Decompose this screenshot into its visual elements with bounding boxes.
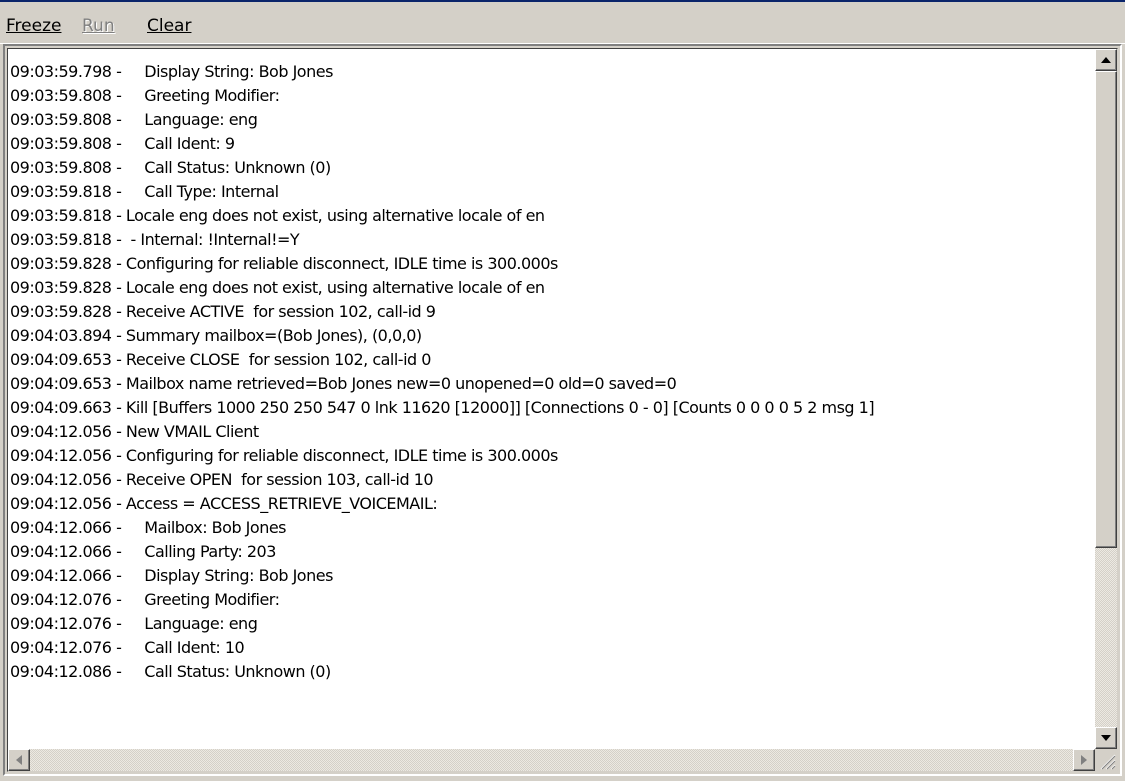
menu-clear[interactable]: Clear (147, 16, 191, 36)
log-line: 09:04:12.066 - Calling Party: 203 (10, 542, 276, 561)
scroll-down-button[interactable] (1095, 727, 1117, 749)
log-line: 09:04:12.076 - Language: eng (10, 614, 258, 633)
log-line: 09:04:09.653 - Receive CLOSE for session… (10, 350, 431, 369)
log-line: 09:03:59.828 - Receive ACTIVE for sessio… (10, 302, 436, 321)
log-line: 09:04:12.056 - Receive OPEN for session … (10, 470, 434, 489)
vertical-scroll-thumb[interactable] (1095, 71, 1117, 548)
log-line: 09:04:03.894 - Summary mailbox=(Bob Jone… (10, 326, 422, 345)
arrow-right-icon (1081, 755, 1087, 765)
log-line: 09:04:12.076 - Call Ident: 10 (10, 638, 245, 657)
log-line: 09:03:59.808 - Greeting Modifier: (10, 86, 280, 105)
log-view[interactable]: 09:03:59.798 - Display String: Bob Jones… (7, 48, 1118, 772)
log-line: 09:03:59.798 - Display String: Bob Jones (10, 62, 333, 81)
size-grip[interactable] (1095, 749, 1117, 771)
log-line: 09:03:59.818 - Locale eng does not exist… (10, 206, 545, 225)
log-line: 09:04:12.056 - Configuring for reliable … (10, 446, 558, 465)
menu-freeze-label: Freeze (6, 16, 62, 36)
log-line: 09:04:12.056 - New VMAIL Client (10, 422, 259, 441)
scroll-up-button[interactable] (1095, 49, 1117, 71)
log-line: 09:03:59.808 - Call Status: Unknown (0) (10, 158, 331, 177)
log-line: 09:04:12.086 - Call Status: Unknown (0) (10, 662, 331, 681)
arrow-up-icon (1101, 57, 1111, 63)
arrow-down-icon (1101, 735, 1111, 741)
log-line: 09:04:09.663 - Kill [Buffers 1000 250 25… (10, 398, 875, 417)
log-panel: 09:03:59.798 - Display String: Bob Jones… (3, 44, 1122, 776)
log-text: 09:03:59.798 - Display String: Bob Jones… (10, 60, 1095, 684)
horizontal-scrollbar[interactable] (8, 749, 1095, 771)
arrow-left-icon (16, 755, 22, 765)
vertical-scrollbar[interactable] (1095, 49, 1117, 749)
log-line: 09:03:59.818 - - Internal: !Internal!=Y (10, 230, 300, 249)
menu-freeze[interactable]: Freeze (6, 16, 61, 36)
menu-bar: Freeze Run Clear (0, 2, 1125, 44)
log-line: 09:03:59.818 - Call Type: Internal (10, 182, 279, 201)
log-line: 09:04:12.056 - Access = ACCESS_RETRIEVE_… (10, 494, 438, 513)
resize-grip-icon (1100, 754, 1116, 770)
log-line: 09:04:12.066 - Display String: Bob Jones (10, 566, 333, 585)
menu-run[interactable]: Run (82, 16, 115, 36)
log-line: 09:04:12.076 - Greeting Modifier: (10, 590, 280, 609)
log-line: 09:03:59.808 - Language: eng (10, 110, 258, 129)
menu-run-label: Run (82, 16, 115, 36)
scroll-left-button[interactable] (8, 749, 30, 771)
log-line: 09:04:12.066 - Mailbox: Bob Jones (10, 518, 287, 537)
scroll-right-button[interactable] (1073, 749, 1095, 771)
log-line: 09:03:59.828 - Locale eng does not exist… (10, 278, 545, 297)
menu-clear-label: Clear (147, 16, 192, 36)
log-line: 09:03:59.808 - Call Ident: 9 (10, 134, 235, 153)
log-line: 09:03:59.828 - Configuring for reliable … (10, 254, 558, 273)
log-line: 09:04:09.653 - Mailbox name retrieved=Bo… (10, 374, 677, 393)
